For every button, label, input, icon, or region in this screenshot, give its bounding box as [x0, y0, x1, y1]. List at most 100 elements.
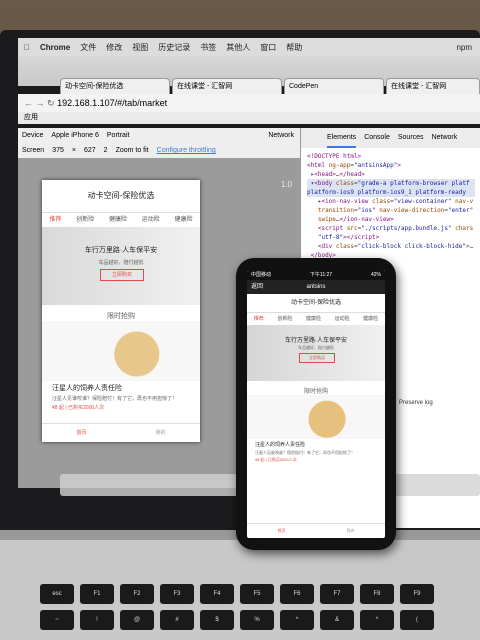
browser-tab-2[interactable]: 在线课堂 - 汇智网	[172, 78, 282, 94]
screen-label: Screen	[22, 147, 45, 154]
phone-bottom-tabs: 首页 我的	[247, 523, 385, 538]
emu-tab-2[interactable]: 创新险	[76, 213, 94, 227]
key-f7: F7	[320, 584, 354, 604]
emu-banner[interactable]: 车行万里路·人车保平安 车品越好，赔付越低 立即购买	[42, 227, 200, 305]
devtools-tabs: Elements Console Sources Network	[301, 128, 480, 148]
menu-view[interactable]: 视图	[132, 42, 148, 53]
emu-title: 动卡空间-保险优选	[42, 180, 200, 213]
keyboard-row-fn: esc F1 F2 F3 F4 F5 F6 F7 F8 F9	[40, 584, 434, 604]
phone-item-title[interactable]: 汪星人的饲养人责任险	[247, 439, 385, 450]
emu-banner-button[interactable]: 立即购买	[100, 269, 144, 281]
zoom-value[interactable]: 1.0	[281, 180, 292, 189]
key-f3: F3	[160, 584, 194, 604]
key-f6: F6	[280, 584, 314, 604]
devtools-tab-elements[interactable]: Elements	[327, 128, 357, 148]
phone-carrier: 中国移动	[251, 272, 272, 278]
emu-bottom-mine[interactable]: 我的	[155, 424, 165, 442]
device-select[interactable]: Apple iPhone 6	[51, 128, 98, 143]
key-f5: F5	[240, 584, 274, 604]
menu-bookmarks[interactable]: 书签	[200, 42, 216, 53]
phone-banner[interactable]: 车行万里路·人车保平安 车品越好，赔付越低 立即购买	[247, 325, 385, 381]
screen-height-input[interactable]: 627	[84, 143, 96, 158]
keyboard-row-num: ~ ! @ # $ % ^ & * (	[40, 610, 434, 630]
phone-banner-button[interactable]: 立即购买	[299, 353, 335, 363]
phone-bottom-home[interactable]: 首页	[278, 524, 286, 538]
phone-screen: 中国移动 下午11:27 42% 返回 antsins 动卡空间-保险优选 推荐…	[247, 270, 385, 538]
key-2: @	[120, 610, 154, 630]
bookmarks-bar: 应用	[18, 112, 480, 124]
emulated-page: 动卡空间-保险优选 推荐 创新险 健康险 运动险 健康险 车行万里路·人车保平安…	[42, 180, 200, 442]
forward-arrow-icon[interactable]: →	[36, 98, 45, 108]
throttling-link[interactable]: Configure throttling	[157, 143, 216, 158]
browser-tab-4[interactable]: 在线课堂 - 汇智网	[386, 78, 480, 94]
phone-bottom-mine[interactable]: 我的	[347, 524, 355, 538]
network-label: Network	[268, 132, 294, 139]
phone-time: 下午11:27	[309, 272, 333, 278]
key-f9: F9	[400, 584, 434, 604]
emu-tab-5[interactable]: 健康险	[175, 213, 193, 227]
key-5: %	[240, 610, 274, 630]
device-toolbar: Device Apple iPhone 6 Portrait Network S…	[18, 128, 300, 158]
browser-tab-1[interactable]: 动卡空间-保险优选	[60, 78, 170, 94]
menu-app-name[interactable]: Chrome	[40, 43, 70, 52]
phone-tabs: 推荐 创新险 健康险 运动险 健康险	[247, 313, 385, 325]
key-f1: F1	[80, 584, 114, 604]
phone-nav-title: antsins	[306, 284, 326, 290]
emu-tabs: 推荐 创新险 健康险 运动险 健康险	[42, 213, 200, 227]
phone-tab-1[interactable]: 推荐	[254, 313, 264, 325]
emu-tab-1[interactable]: 推荐	[49, 213, 61, 227]
phone-tab-3[interactable]: 健康险	[306, 313, 321, 325]
devtools-tab-sources[interactable]: Sources	[398, 128, 424, 148]
emu-tab-4[interactable]: 运动险	[142, 213, 160, 227]
screen-width-input[interactable]: 375	[52, 143, 64, 158]
key-1: !	[80, 610, 114, 630]
menubar-right-label: npm	[456, 42, 472, 52]
key-9: (	[400, 610, 434, 630]
zoom-to-fit-checkbox[interactable]: Zoom to fit	[116, 143, 149, 158]
dom-tree[interactable]: <!DOCTYPE html> <html ng-app="antsinsApp…	[301, 148, 480, 273]
phone-status-bar: 中国移动 下午11:27 42%	[247, 270, 385, 280]
menu-window[interactable]: 窗口	[260, 42, 276, 53]
key-4: $	[200, 610, 234, 630]
key-7: &	[320, 610, 354, 630]
menu-people[interactable]: 其他人	[226, 42, 250, 53]
phone-tab-2[interactable]: 创新险	[277, 313, 292, 325]
mac-menubar:  Chrome 文件 修改 视图 历史记录 书签 其他人 窗口 帮助 npm	[18, 38, 480, 56]
menu-help[interactable]: 帮助	[286, 42, 302, 53]
iphone: 中国移动 下午11:27 42% 返回 antsins 动卡空间-保险优选 推荐…	[236, 258, 396, 550]
emu-banner-sub: 车品越好，赔付越低	[98, 260, 144, 266]
devtools-tab-network[interactable]: Network	[432, 128, 458, 148]
phone-item-price: ¥8 起 | 已购买2000人次	[255, 457, 297, 462]
address-bar[interactable]: ← → ↻ 192.168.1.107/#/tab/market	[18, 94, 480, 113]
dpr-input[interactable]: 2	[104, 143, 108, 158]
bookmarks-apps[interactable]: 应用	[18, 114, 38, 121]
menu-file[interactable]: 文件	[80, 42, 96, 53]
emu-section-title: 限时抢购	[107, 313, 135, 320]
phone-battery: 42%	[370, 272, 381, 278]
browser-tab-3[interactable]: CodePen	[284, 78, 384, 94]
keyboard: esc F1 F2 F3 F4 F5 F6 F7 F8 F9 ~ ! @ # $…	[0, 540, 480, 640]
phone-tab-4[interactable]: 运动险	[335, 313, 350, 325]
emu-item-title[interactable]: 汪星人的饲养人责任险	[42, 381, 200, 395]
orientation-select[interactable]: Portrait	[107, 128, 130, 143]
phone-nav-bar: 返回 antsins	[247, 280, 385, 294]
emu-tab-3[interactable]: 健康险	[109, 213, 127, 227]
phone-tab-5[interactable]: 健康险	[363, 313, 378, 325]
key-tilde: ~	[40, 610, 74, 630]
preserve-log-checkbox[interactable]: Preserve log	[399, 400, 433, 406]
key-8: *	[360, 610, 394, 630]
emu-banner-title: 车行万里路·人车保平安	[84, 247, 158, 254]
menu-history[interactable]: 历史记录	[158, 42, 190, 53]
url-text[interactable]: 192.168.1.107/#/tab/market	[57, 98, 167, 108]
key-esc: esc	[40, 584, 74, 604]
phone-banner-title: 车行万里路·人车保平安	[285, 338, 347, 344]
apple-icon[interactable]: 	[24, 43, 30, 52]
menu-edit[interactable]: 修改	[106, 42, 122, 53]
phone-section-title: 限时抢购	[303, 389, 328, 395]
phone-back-button[interactable]: 返回	[251, 280, 263, 294]
emu-bottom-home[interactable]: 首页	[76, 424, 86, 442]
key-f8: F8	[360, 584, 394, 604]
reload-icon[interactable]: ↻	[47, 98, 55, 108]
back-arrow-icon[interactable]: ←	[18, 98, 33, 108]
devtools-tab-console[interactable]: Console	[364, 128, 390, 148]
